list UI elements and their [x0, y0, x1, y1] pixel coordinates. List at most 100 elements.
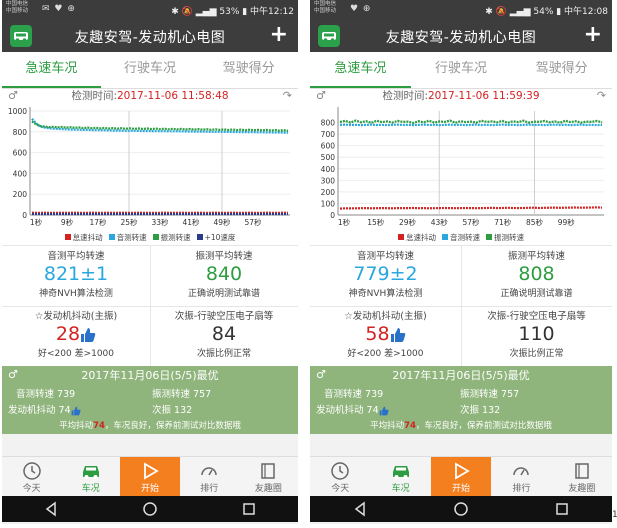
nav-start[interactable]: 开始: [120, 457, 180, 497]
phone-screen-left: 中国电信 中国移动 ✉ ♥ ⊕ ✱ 🔕 ▂▄▆ 53% ▮ 中午12:12 友趣…: [2, 0, 298, 524]
home-icon[interactable]: [142, 501, 158, 517]
tab-driving-condition[interactable]: 行驶车况: [101, 52, 200, 88]
summary-shake-label: 发动机抖动: [8, 405, 56, 416]
note-prefix: 平均抖动: [370, 421, 405, 431]
vib-rpm-cell: 振测平均转速 808 正确说明测试靠谱: [461, 248, 612, 299]
y-tick-label: 1000: [8, 107, 27, 116]
car-icon: [82, 466, 99, 479]
audio-rpm-label: 音测平均转速: [47, 251, 105, 262]
tab-driving-score[interactable]: 驾驶得分: [199, 52, 298, 88]
nav-car-status[interactable]: 车况: [370, 457, 430, 497]
nav-car-status[interactable]: 车况: [61, 457, 120, 497]
vib-rpm-label: 振测平均转速: [507, 251, 565, 262]
nav-friends[interactable]: 友趣圈: [552, 457, 612, 497]
rpm-chart: 1000 800 600 400 200 0 1秒 9秒 17秒 25秒 33秒 41秒 49秒 57秒: [2, 103, 298, 229]
test-time-row: ♂ 检测时间:2017-11-06 11:59:39 ↷: [310, 89, 612, 103]
add-button[interactable]: +: [584, 22, 602, 47]
nav-start[interactable]: 开始: [430, 457, 492, 497]
summary-shake: 发动机抖动 74: [8, 402, 81, 416]
summary-audio: 音测转速 739: [16, 386, 75, 400]
y-tick-label: 300: [321, 176, 336, 185]
car-icon: [392, 466, 409, 479]
x-tick-label: 25秒: [120, 217, 138, 227]
note-value: 74: [404, 421, 416, 431]
test-time-value: 2017-11-06 11:58:48: [117, 90, 229, 102]
nav-today[interactable]: 今天: [2, 457, 61, 497]
audio-rpm-cell: 音测平均转速 821±1 神奇NVH算法检测: [2, 248, 150, 299]
male-icon: ♂: [316, 368, 326, 381]
rpm-chart: 800 700 600 500 400 300 200 100 0 1秒 15秒 29秒 43秒 57秒 7…: [310, 103, 612, 229]
book-icon: [261, 463, 276, 479]
legend-item: 怠速抖动: [398, 232, 436, 243]
engine-shake-label: ☆发动机抖动(主振): [34, 311, 118, 322]
summary-vib-label: 振测转速: [152, 389, 191, 400]
legend-swatch: [152, 234, 159, 240]
app-header: 友趣安驾-发动机心电图 +: [310, 20, 612, 52]
x-tick-label: 1秒: [338, 217, 351, 227]
tab-driving-condition[interactable]: 行驶车况: [411, 52, 512, 88]
test-time-label: 检测时间:: [71, 90, 117, 102]
nav-friends[interactable]: 友趣圈: [239, 457, 298, 497]
recents-icon[interactable]: [241, 501, 257, 517]
legend-swatch: [486, 234, 492, 240]
summary-note: 平均抖动74，车况良好，保养前测试对比数据哦: [2, 419, 298, 431]
legend-item: 怠速抖动: [64, 232, 103, 243]
y-tick-label: 800: [321, 119, 336, 128]
test-time-value: 2017-11-06 11:59:39: [428, 90, 540, 102]
summary-sec: 次振 132: [152, 402, 192, 416]
test-time-label: 检测时间:: [382, 90, 428, 102]
summary-shake-value: 74: [58, 405, 71, 416]
best-summary-panel: ♂ 2017年11月06日(5/5)最优 音测转速 739 振测转速 757 发…: [2, 366, 298, 434]
home-icon[interactable]: [453, 501, 469, 517]
note-suffix: ，车况良好，保养前测试对比数据哦: [415, 421, 552, 431]
carrier-top: 中国电信: [6, 1, 29, 7]
audio-rpm-value: 821±1: [43, 263, 109, 285]
phone-screen-right: 中国电信 中国移动 ♥ ⊕ ✱ 🔕 ▂▄▆ 54% ▮ 中午12:08 友趣安驾…: [310, 0, 612, 524]
gauge-icon: [513, 467, 530, 476]
thumbs-up-icon: [81, 327, 96, 342]
thumbs-up-icon: [379, 406, 389, 415]
nav-ranking[interactable]: 排行: [491, 457, 551, 497]
vib-rpm-value: 808: [518, 263, 555, 285]
nav-ranking-label: 排行: [200, 484, 219, 494]
chart-canvas: 1000 800 600 400 200 01秒 9秒 17秒 25秒 33秒 41秒 49秒 57秒: [8, 107, 290, 227]
summary-vib-value: 757: [193, 389, 212, 400]
back-icon[interactable]: [352, 501, 368, 517]
expand-icon[interactable]: ↷: [283, 89, 292, 103]
gauge-icon: [201, 467, 217, 476]
summary-header: 2017年11月06日(5/5)最优: [81, 369, 219, 382]
audio-rpm-label: 音测平均转速: [356, 251, 414, 262]
carrier-bottom: 中国移动: [314, 8, 337, 14]
app-header: 友趣安驾-发动机心电图 +: [2, 20, 298, 52]
divider: [2, 306, 298, 307]
tab-idle-condition[interactable]: 急速车况: [310, 52, 411, 88]
audio-rpm-sub: 神奇NVH算法检测: [39, 289, 113, 299]
summary-sec-value: 132: [482, 405, 501, 416]
back-icon[interactable]: [43, 501, 59, 517]
stats-panel: 音测平均转速 821±1 神奇NVH算法检测 振测平均转速 840 正确说明测试…: [2, 245, 298, 366]
legend-swatch: [196, 234, 203, 240]
nav-today[interactable]: 今天: [310, 457, 370, 497]
x-tick-label: 57秒: [244, 217, 262, 227]
x-tick-label: 85秒: [526, 217, 544, 227]
summary-sec: 次振 132: [460, 402, 500, 416]
audio-rpm-value: 779±2: [353, 263, 418, 285]
legend-item: 振测转速: [486, 232, 524, 243]
legend-swatch: [108, 234, 115, 240]
summary-note: 平均抖动74，车况良好，保养前测试对比数据哦: [310, 419, 612, 431]
vib-rpm-sub: 正确说明测试靠谱: [500, 289, 573, 299]
tab-driving-score[interactable]: 驾驶得分: [511, 52, 612, 88]
legend-label: 振测转速: [160, 232, 191, 242]
x-tick-label: 43秒: [431, 217, 449, 227]
y-tick-label: 700: [321, 130, 336, 139]
summary-vib-value: 757: [501, 389, 520, 400]
x-tick-label: 29秒: [399, 217, 417, 227]
legend-label: 怠速抖动: [406, 232, 436, 242]
male-icon[interactable]: ♂: [316, 89, 326, 103]
expand-icon[interactable]: ↷: [597, 89, 606, 103]
recents-icon[interactable]: [554, 501, 570, 517]
tab-idle-condition[interactable]: 急速车况: [2, 52, 101, 88]
male-icon[interactable]: ♂: [8, 89, 18, 103]
nav-ranking[interactable]: 排行: [180, 457, 239, 497]
add-button[interactable]: +: [270, 22, 288, 47]
